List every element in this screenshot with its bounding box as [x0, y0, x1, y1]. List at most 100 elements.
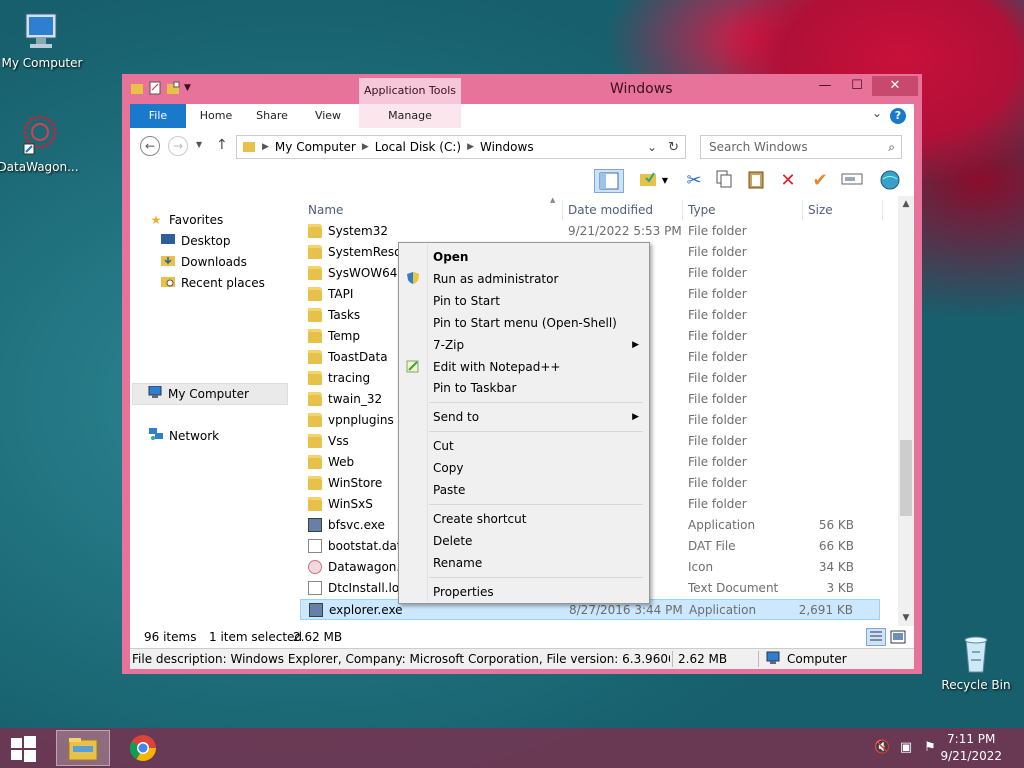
chevron-right-icon[interactable]: ▶: [467, 142, 474, 152]
file-type: File folder: [688, 371, 747, 385]
status-divider: [758, 651, 759, 667]
paste-icon[interactable]: [744, 169, 768, 193]
menu-item-pin-to-start-menu-open-shell[interactable]: Pin to Start menu (Open-Shell): [399, 312, 649, 334]
delete-icon[interactable]: ✕: [776, 169, 800, 193]
recent-locations-chevron-icon[interactable]: ▼: [196, 140, 202, 149]
column-divider[interactable]: [882, 200, 883, 220]
chevron-down-icon[interactable]: ▼: [184, 81, 198, 95]
properties-icon[interactable]: [148, 81, 162, 95]
desktop-icon-my-computer[interactable]: My Computer: [0, 10, 84, 70]
column-divider[interactable]: [682, 200, 683, 220]
start-button[interactable]: [0, 730, 46, 766]
breadcrumb-local-disk[interactable]: Local Disk (C:): [369, 140, 467, 154]
maximize-button[interactable]: ☐: [842, 76, 872, 96]
column-divider[interactable]: [562, 200, 563, 220]
clock-time: 7:11 PM: [947, 732, 996, 746]
breadcrumb-windows[interactable]: Windows: [474, 140, 540, 154]
menu-item-pin-to-taskbar[interactable]: Pin to Taskbar: [399, 377, 649, 399]
scroll-down-arrow-icon[interactable]: ▼: [898, 610, 914, 626]
folder-icon: [308, 476, 322, 490]
navigation-pane-icon[interactable]: [594, 169, 624, 193]
menu-item-cut[interactable]: Cut: [399, 435, 649, 457]
table-row[interactable]: System32 9/21/2022 5:53 PM File folder: [300, 221, 880, 242]
title-bar[interactable]: ▼ Application Tools Windows — ☐ ✕: [122, 74, 922, 104]
star-icon: ★: [150, 213, 162, 227]
internet-icon[interactable]: [878, 169, 902, 193]
folder-options-icon[interactable]: [636, 169, 660, 193]
nav-desktop[interactable]: Desktop: [160, 231, 231, 251]
menu-item-edit-with-notepad[interactable]: Edit with Notepad++: [399, 356, 649, 378]
nav-downloads[interactable]: Downloads: [160, 252, 247, 272]
menu-item-send-to[interactable]: Send to ▶: [399, 406, 649, 428]
refresh-icon[interactable]: ↻: [668, 140, 679, 155]
desktop-icon-recycle-bin[interactable]: Recycle Bin: [934, 632, 1018, 692]
menu-item-rename[interactable]: Rename: [399, 552, 649, 574]
back-button[interactable]: ←: [140, 136, 160, 156]
desktop-icon-label: DataWagon...: [0, 160, 79, 174]
volume-muted-icon[interactable]: 🔇: [874, 740, 890, 756]
tab-file[interactable]: File: [130, 104, 186, 128]
menu-item-pin-to-start[interactable]: Pin to Start: [399, 290, 649, 312]
copy-icon[interactable]: [712, 169, 736, 193]
menu-item-copy[interactable]: Copy: [399, 457, 649, 479]
tab-manage[interactable]: Manage: [359, 104, 461, 128]
tab-share[interactable]: Share: [248, 104, 296, 128]
up-arrow-icon[interactable]: ↑: [216, 137, 228, 153]
vertical-scrollbar[interactable]: ▲ ▼: [898, 196, 914, 626]
menu-item-paste[interactable]: Paste: [399, 479, 649, 501]
menu-item-run-as-administrator[interactable]: Run as administrator: [399, 268, 649, 290]
taskbar-file-explorer[interactable]: [56, 730, 110, 766]
windows-logo-icon: [11, 736, 36, 762]
taskbar-clock[interactable]: 7:11 PM 9/21/2022: [940, 731, 1002, 765]
file-size: 3 KB: [826, 581, 854, 595]
search-icon[interactable]: ⌕: [888, 136, 895, 158]
scroll-thumb[interactable]: [900, 440, 912, 516]
chevron-right-icon[interactable]: ▶: [262, 142, 269, 152]
submenu-arrow-icon: ▶: [632, 412, 639, 422]
rename-icon[interactable]: [840, 169, 864, 193]
menu-item-7zip[interactable]: 7-Zip ▶: [399, 334, 649, 356]
cut-icon[interactable]: ✂: [682, 169, 706, 193]
chevron-down-icon[interactable]: ⌄: [647, 140, 657, 154]
close-button[interactable]: ✕: [872, 76, 918, 96]
help-icon[interactable]: ?: [890, 108, 906, 124]
tab-view[interactable]: View: [304, 104, 352, 128]
chevron-down-icon[interactable]: ▼: [658, 169, 672, 193]
menu-item-open[interactable]: Open: [399, 246, 649, 268]
forward-button[interactable]: →: [168, 136, 188, 156]
action-center-icon[interactable]: ⚑: [922, 740, 938, 756]
nav-recent-places[interactable]: Recent places: [160, 273, 265, 293]
menu-item-properties[interactable]: Properties: [399, 581, 649, 603]
nav-favorites[interactable]: ★ Favorites: [148, 210, 224, 230]
chevron-right-icon[interactable]: ▶: [362, 142, 369, 152]
chevron-down-icon[interactable]: ⌄: [872, 106, 882, 120]
details-view-button[interactable]: [866, 628, 886, 646]
folder-icon: [308, 413, 322, 427]
taskbar-chrome[interactable]: [118, 730, 168, 766]
breadcrumb-my-computer[interactable]: My Computer: [269, 140, 362, 154]
menu-item-delete[interactable]: Delete: [399, 530, 649, 552]
file-name: Tasks: [328, 308, 361, 322]
nav-network[interactable]: Network: [148, 426, 219, 446]
navigation-pane: ★ Favorites Desktop Downloads Recent plac…: [130, 196, 295, 626]
menu-separator: [429, 431, 643, 432]
nav-my-computer[interactable]: My Computer: [132, 383, 288, 405]
desktop-icon-datawagon[interactable]: DataWagon...: [0, 114, 80, 174]
menu-item-create-shortcut[interactable]: Create shortcut: [399, 508, 649, 530]
minimize-button[interactable]: —: [810, 76, 840, 96]
column-header-size[interactable]: Size: [808, 200, 833, 220]
column-header-type[interactable]: Type: [688, 200, 716, 220]
address-bar[interactable]: ▶ My Computer ▶ Local Disk (C:) ▶ Window…: [236, 135, 686, 159]
tab-home[interactable]: Home: [192, 104, 240, 128]
large-icons-view-button[interactable]: [890, 629, 906, 645]
column-header-name[interactable]: Name: [308, 200, 343, 220]
search-input[interactable]: Search Windows ⌕: [700, 135, 902, 159]
checkmark-icon[interactable]: ✔: [808, 169, 832, 193]
column-header-date[interactable]: Date modified: [568, 200, 653, 220]
new-folder-icon[interactable]: [166, 81, 180, 95]
computer-icon: [20, 10, 64, 54]
column-divider[interactable]: [802, 200, 803, 220]
scroll-up-arrow-icon[interactable]: ▲: [898, 196, 914, 212]
network-icon[interactable]: ▣: [898, 740, 914, 756]
status-divider: [672, 651, 673, 667]
